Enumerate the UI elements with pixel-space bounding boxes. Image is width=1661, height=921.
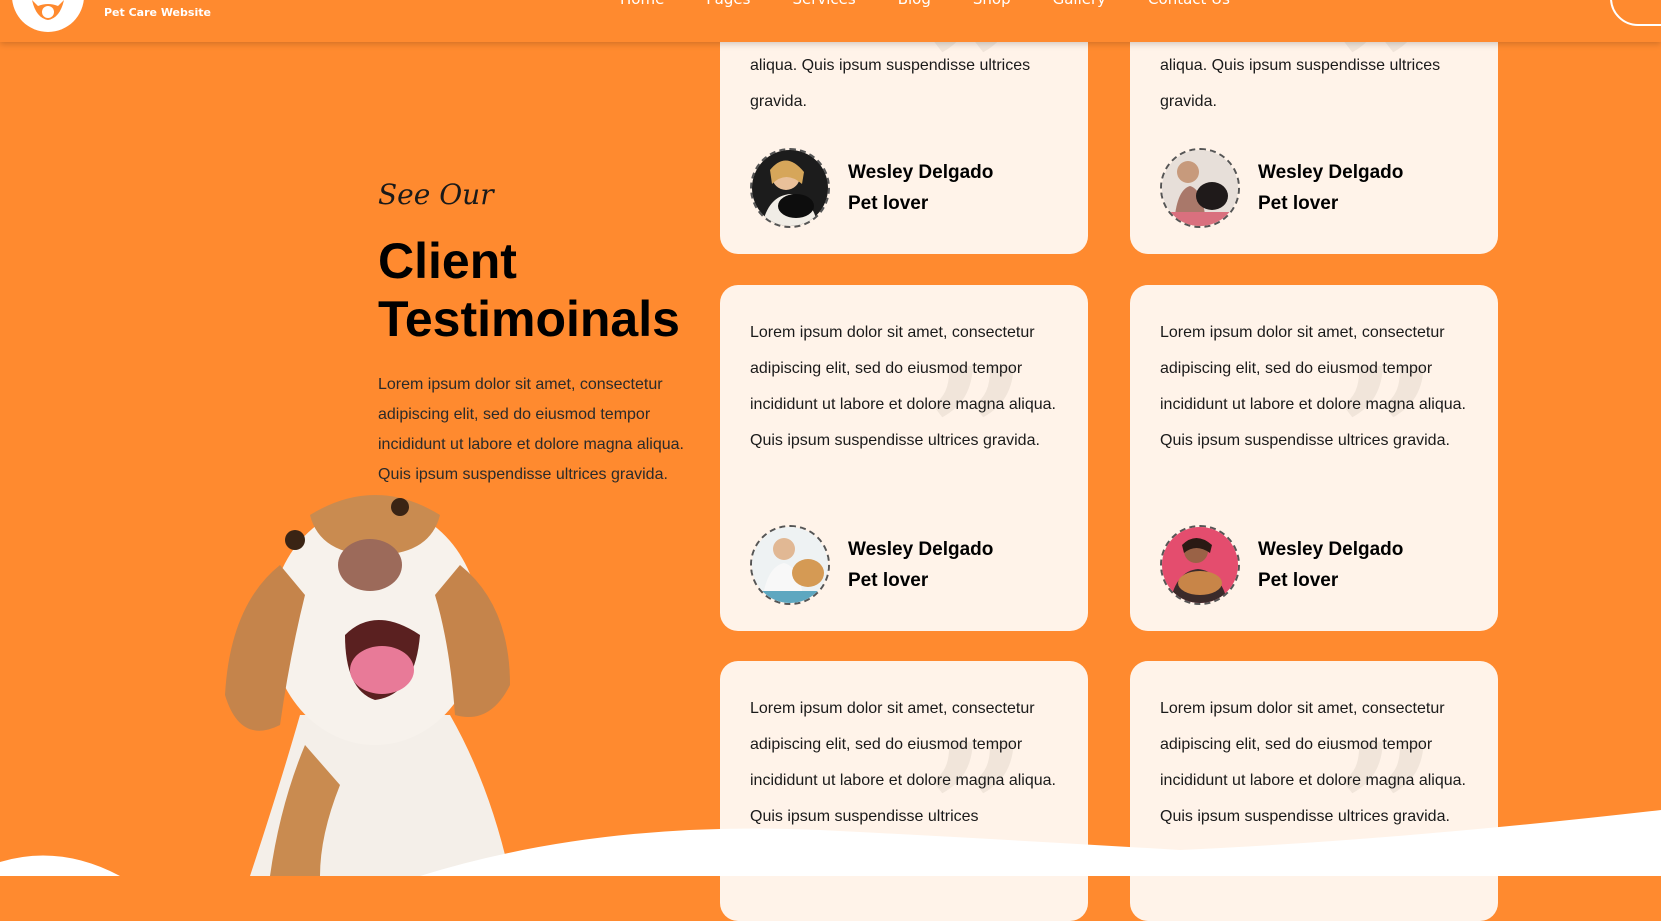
testimonial-text: aliqua. Quis ipsum suspendisse ultrices … [1160,57,1441,110]
author-name: Wesley Delgado [1258,162,1404,183]
nav-pages[interactable]: Pages [706,0,750,8]
author-role: Pet lover [848,193,929,214]
woman-hugging-dog-photo-icon [1162,527,1238,603]
testimonial-card: ” Lorem ipsum dolor sit amet, consectetu… [720,285,1088,631]
testimonial-card: ” aliqua. Quis ipsum suspendisse ultrice… [720,20,1088,254]
nav-services[interactable]: Services [792,0,855,8]
testimonial-author: Wesley Delgado Pet lover [750,525,993,605]
author-role: Pet lover [1258,193,1339,214]
section-title: Client Testimoinals [378,233,680,347]
testimonial-author: Wesley Delgado Pet lover [1160,525,1403,605]
testimonial-text: Lorem ipsum dolor sit amet, consectetur … [1160,324,1466,449]
testimonial-author: Wesley Delgado Pet lover [750,148,993,228]
author-meta: Wesley Delgado Pet lover [848,534,993,596]
woman-with-dog-photo-icon [1162,150,1238,226]
nav-home[interactable]: Home [620,0,664,8]
nav-blog[interactable]: Blog [898,0,931,8]
testimonial-card: ” aliqua. Quis ipsum suspendisse ultrice… [1130,20,1498,254]
author-meta: Wesley Delgado Pet lover [848,157,993,219]
pet-logo-icon [32,0,64,20]
avatar [1160,525,1240,605]
author-role: Pet lover [848,570,929,591]
author-meta: Wesley Delgado Pet lover [1258,534,1403,596]
nav-gallery[interactable]: Gallery [1053,0,1106,8]
logo[interactable] [12,0,84,32]
brand-tagline: Pet Care Website [104,6,211,19]
main-nav: Home Pages Services Blog Shop Gallery Co… [620,0,1272,8]
header-cta-button[interactable] [1610,0,1661,26]
avatar [750,148,830,228]
woman-holding-cat-photo-icon [752,150,828,226]
vet-with-dog-photo-icon [752,527,828,603]
bottom-wave [0,810,1661,876]
testimonial-card: ” Lorem ipsum dolor sit amet, consectetu… [720,661,1088,921]
testimonial-text: Lorem ipsum dolor sit amet, consectetur … [750,324,1056,449]
testimonial-card: ” Lorem ipsum dolor sit amet, consectetu… [1130,285,1498,631]
author-name: Wesley Delgado [848,539,994,560]
author-meta: Wesley Delgado Pet lover [1258,157,1403,219]
testimonial-card: ” Lorem ipsum dolor sit amet, consectetu… [1130,661,1498,921]
avatar [1160,148,1240,228]
testimonial-text: aliqua. Quis ipsum suspendisse ultrices … [750,57,1031,110]
author-name: Wesley Delgado [1258,539,1404,560]
author-name: Wesley Delgado [848,162,994,183]
section-intro: Lorem ipsum dolor sit amet, consectetur … [378,376,684,483]
testimonial-author: Wesley Delgado Pet lover [1160,148,1403,228]
nav-contact[interactable]: Contact Us [1148,0,1230,8]
author-role: Pet lover [1258,570,1339,591]
nav-shop[interactable]: Shop [973,0,1011,8]
section-eyebrow: See Our [378,178,494,211]
site-header: Pet Care Website Home Pages Services Blo… [0,0,1661,42]
avatar [750,525,830,605]
